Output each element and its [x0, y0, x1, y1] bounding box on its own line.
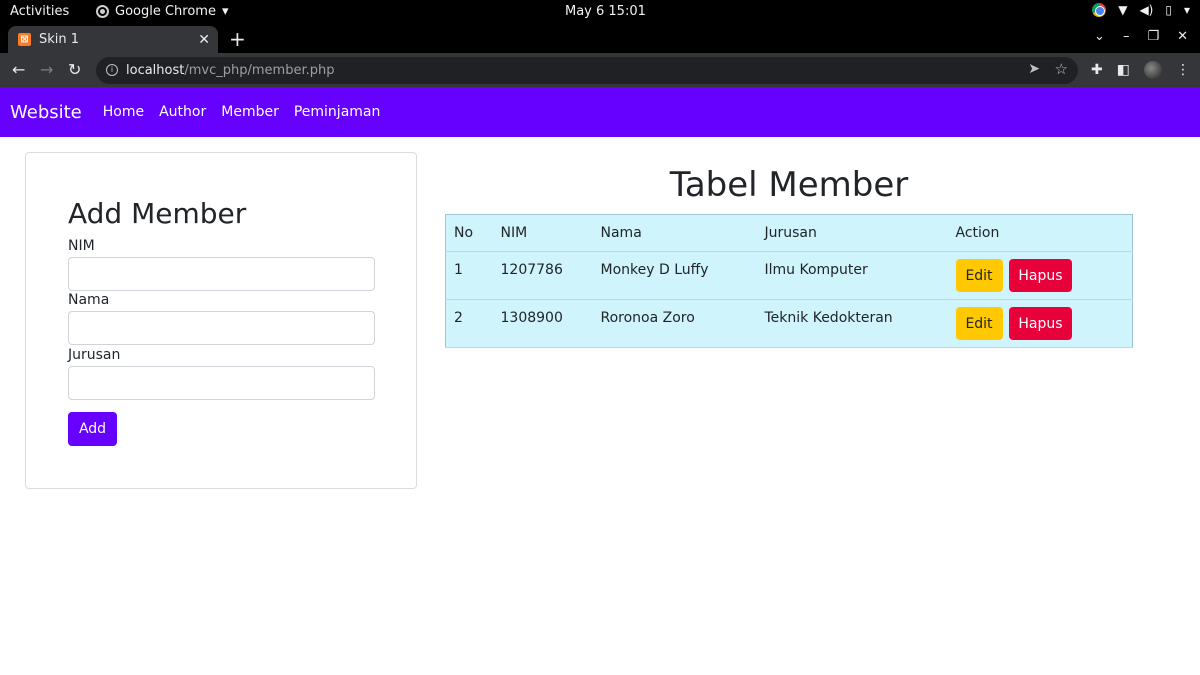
edit-button[interactable]: Edit [955, 259, 1003, 292]
jurusan-input[interactable] [68, 366, 375, 400]
clock[interactable]: May 6 15:01 [565, 4, 646, 19]
restore-icon[interactable]: ❐ [1147, 29, 1159, 44]
delete-button[interactable]: Hapus [1008, 259, 1072, 292]
nama-label: Nama [68, 292, 110, 308]
nav-link-peminjaman[interactable]: Peminjaman [294, 104, 381, 120]
cell-no: 1 [445, 251, 493, 300]
header-action: Action [947, 214, 1133, 252]
table-row: 1 1207786 Monkey D Luffy Ilmu Komputer E… [445, 251, 1133, 300]
browser-tab[interactable]: ⊠ Skin 1 ✕ [8, 26, 218, 53]
header-no: No [445, 214, 493, 252]
cell-action: Edit Hapus [947, 299, 1133, 348]
nav-link-member[interactable]: Member [221, 104, 279, 120]
toolbar-actions: ✚ ◧ ⋮ [1091, 61, 1190, 79]
cell-nama: Roronoa Zoro [592, 299, 757, 348]
nama-input[interactable] [68, 311, 375, 345]
jurusan-label: Jurusan [68, 347, 121, 363]
xampp-favicon-icon: ⊠ [18, 33, 31, 46]
tab-title: Skin 1 [39, 32, 80, 47]
tab-strip: ⊠ Skin 1 ✕ + ⌄ – ❐ ✕ [0, 24, 1200, 53]
cell-jurusan: Ilmu Komputer [756, 251, 948, 300]
chrome-icon [96, 5, 109, 18]
cell-no: 2 [445, 299, 493, 348]
close-tab-icon[interactable]: ✕ [198, 32, 210, 48]
activities-button[interactable]: Activities [10, 4, 69, 19]
cell-nim: 1207786 [492, 251, 593, 300]
header-nama: Nama [592, 214, 757, 252]
extensions-icon[interactable]: ✚ [1091, 62, 1103, 78]
delete-button[interactable]: Hapus [1008, 307, 1072, 340]
nav-link-author[interactable]: Author [159, 104, 206, 120]
system-tray[interactable]: ▼ ◀) ▯ ▾ [1092, 3, 1190, 17]
header-nim: NIM [492, 214, 593, 252]
add-member-card: Add Member NIM Nama Jurusan Add [25, 152, 417, 489]
add-button[interactable]: Add [68, 412, 117, 446]
chrome-tray-icon[interactable] [1092, 3, 1107, 17]
new-tab-icon[interactable]: + [229, 27, 246, 51]
browser-toolbar: ← → ↻ i localhost/mvc_php/member.php ➤ ☆… [0, 53, 1200, 87]
tab-search-icon[interactable]: ⌄ [1094, 29, 1105, 44]
nav-links: Home Author Member Peminjaman [103, 104, 381, 120]
cell-jurusan: Teknik Kedokteran [756, 299, 948, 348]
nim-input[interactable] [68, 257, 375, 291]
battery-icon[interactable]: ▯ [1165, 3, 1172, 17]
address-bar[interactable]: i localhost/mvc_php/member.php ➤ ☆ [96, 57, 1078, 84]
app-name: Google Chrome [115, 4, 216, 19]
cell-action: Edit Hapus [947, 251, 1133, 300]
site-info-icon[interactable]: i [106, 64, 118, 76]
nav-link-home[interactable]: Home [103, 104, 144, 120]
wifi-icon[interactable]: ▼ [1118, 3, 1127, 17]
table-header-row: No NIM Nama Jurusan Action [445, 214, 1133, 252]
chevron-down-icon[interactable]: ▾ [1184, 3, 1190, 17]
table-row: 2 1308900 Roronoa Zoro Teknik Kedokteran… [445, 299, 1133, 348]
menu-kebab-icon[interactable]: ⋮ [1176, 62, 1190, 78]
volume-icon[interactable]: ◀) [1139, 3, 1153, 17]
os-top-bar: Activities Google Chrome ▾ May 6 15:01 ▼… [0, 0, 1200, 24]
navbar-brand[interactable]: Website [10, 102, 82, 123]
window-controls: ⌄ – ❐ ✕ [1094, 29, 1188, 44]
bookmark-star-icon[interactable]: ☆ [1055, 60, 1068, 78]
app-menu[interactable]: Google Chrome ▾ [96, 4, 229, 19]
url-text[interactable]: localhost/mvc_php/member.php [126, 63, 334, 78]
site-navbar: Website Home Author Member Peminjaman [0, 87, 1200, 137]
nim-label: NIM [68, 238, 95, 254]
header-jurusan: Jurusan [756, 214, 948, 252]
member-table: No NIM Nama Jurusan Action 1 1207786 Mon… [445, 214, 1133, 348]
cell-nama: Monkey D Luffy [592, 251, 757, 300]
close-window-icon[interactable]: ✕ [1177, 29, 1188, 44]
side-panel-icon[interactable]: ◧ [1117, 62, 1130, 78]
form-title: Add Member [68, 197, 247, 230]
table-title: Tabel Member [669, 165, 909, 205]
profile-avatar[interactable] [1144, 61, 1162, 79]
forward-icon[interactable]: → [40, 60, 53, 79]
caret-down-icon: ▾ [221, 4, 229, 19]
edit-button[interactable]: Edit [955, 307, 1003, 340]
reload-icon[interactable]: ↻ [68, 60, 81, 79]
cell-nim: 1308900 [492, 299, 593, 348]
minimize-icon[interactable]: – [1123, 29, 1130, 44]
send-tab-icon[interactable]: ➤ [1028, 61, 1040, 77]
back-icon[interactable]: ← [12, 60, 25, 79]
